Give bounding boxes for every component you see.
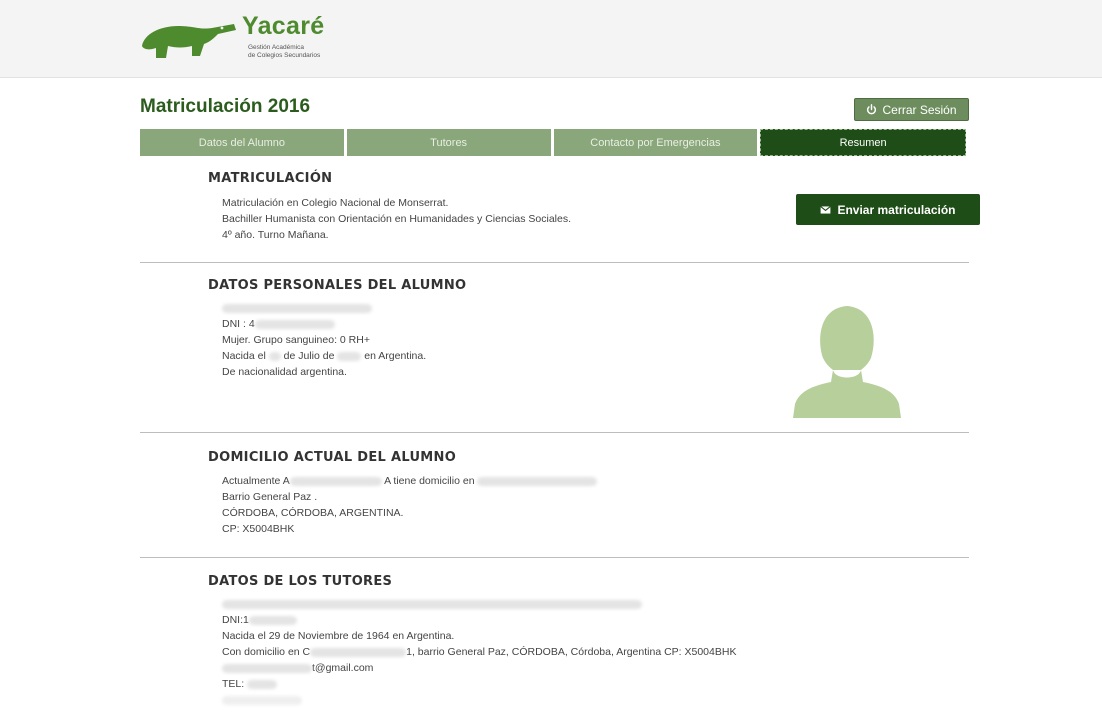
address-city: CÓRDOBA, CÓRDOBA, ARGENTINA. (222, 507, 404, 519)
section-heading-tutores: DATOS DE LOS TUTORES (208, 574, 393, 589)
student-sex-blood: Mujer. Grupo sanguineo: 0 RH+ (222, 334, 370, 346)
student-dni: DNI : 4 (222, 316, 426, 332)
section-divider (140, 262, 969, 263)
send-enrollment-label: Enviar matriculación (837, 202, 956, 217)
app-subtitle: Gestión Académica de Colegios Secundario… (248, 44, 321, 59)
section-divider (140, 557, 969, 558)
address-barrio: Barrio General Paz . (222, 491, 318, 503)
tutor-extra-redacted (222, 692, 736, 708)
student-nationality: De nacionalidad argentina. (222, 366, 347, 378)
caiman-logo-icon (142, 24, 236, 58)
student-birth: Nacida el de Julio de en Argentina. (222, 350, 427, 362)
address-cp: CP: X5004BHK (222, 523, 295, 535)
tutor-name-redacted (222, 596, 736, 612)
app-logo[interactable]: Yacaré Gestión Académica de Colegios Sec… (138, 12, 378, 72)
section-heading-matriculacion: MATRICULACIÓN (208, 171, 333, 186)
tutor-phone: TEL: (222, 676, 736, 692)
page-title: Matriculación 2016 (140, 96, 311, 117)
tutor-birth: Nacida el 29 de Noviembre de 1964 en Arg… (222, 630, 455, 642)
tab-tutores[interactable]: Tutores (346, 129, 551, 156)
tab-contacto-emergencias[interactable]: Contacto por Emergencias (553, 129, 758, 156)
send-enrollment-button[interactable]: Enviar matriculación (796, 194, 980, 225)
section-divider (140, 432, 969, 433)
matriculacion-details: Matriculación en Colegio Nacional de Mon… (222, 197, 572, 241)
section-heading-domicilio: DOMICILIO ACTUAL DEL ALUMNO (208, 450, 457, 465)
app-title: Yacaré (242, 12, 325, 40)
wizard-tabs: Datos del Alumno Tutores Contacto por Em… (140, 129, 966, 156)
student-address-details: Actualmente A A tiene domicilio en Barri… (222, 473, 598, 537)
female-avatar-icon (793, 306, 901, 418)
student-personal-details: DNI : 4 Mujer. Grupo sanguineo: 0 RH+ Na… (222, 300, 426, 380)
logout-button[interactable]: Cerrar Sesión (854, 98, 969, 121)
app-header: Yacaré Gestión Académica de Colegios Sec… (0, 0, 1102, 78)
tutor-address: Con domicilio en C 1, barrio General Paz,… (222, 646, 737, 658)
logout-label: Cerrar Sesión (882, 102, 957, 117)
envelope-icon (820, 205, 832, 214)
section-heading-datos-personales: DATOS PERSONALES DEL ALUMNO (208, 278, 467, 293)
tutor-dni: DNI:1 (222, 612, 736, 628)
tutor-details: DNI:1 Nacida el 29 de Noviembre de 1964 … (222, 596, 736, 708)
address-line: Actualmente A A tiene domicilio en (222, 473, 598, 489)
power-icon (867, 104, 877, 115)
tab-resumen[interactable]: Resumen (760, 129, 966, 156)
tutor-email: t@gmail.com (222, 660, 736, 676)
tab-datos-alumno[interactable]: Datos del Alumno (140, 129, 344, 156)
student-name-redacted (222, 300, 426, 316)
